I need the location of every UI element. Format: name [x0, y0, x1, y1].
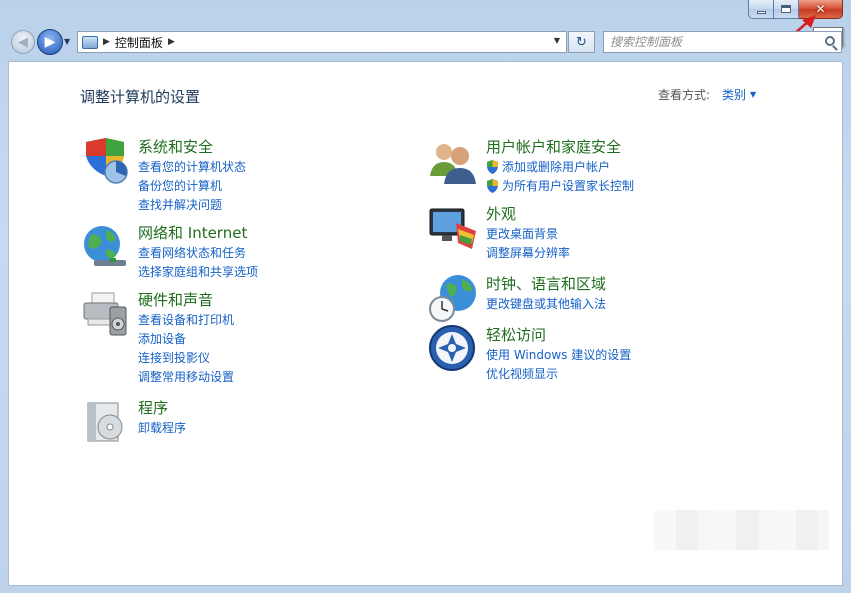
- system-security-icon: [86, 138, 128, 184]
- back-arrow-icon: ◀: [18, 34, 28, 50]
- hardware-sound-icon: [83, 292, 127, 336]
- address-bar[interactable]: ▶ 控制面板 ▶ ▼: [77, 31, 567, 53]
- uac-shield-icon: [487, 159, 498, 174]
- breadcrumb-separator-icon[interactable]: ▶: [168, 37, 175, 47]
- link-devices-printers[interactable]: 查看设备和打印机: [138, 310, 234, 329]
- breadcrumb-control-panel[interactable]: 控制面板: [115, 34, 163, 51]
- category-title-clock-language[interactable]: 时钟、语言和区域: [486, 273, 606, 294]
- chevron-down-icon: ▼: [64, 37, 71, 46]
- appearance-icon: [429, 208, 476, 249]
- category-title-appearance[interactable]: 外观: [486, 203, 516, 224]
- back-button[interactable]: ◀: [11, 30, 35, 54]
- link-add-device[interactable]: 添加设备: [138, 329, 234, 348]
- clock-language-icon: [429, 275, 476, 322]
- programs-icon: [87, 402, 123, 442]
- view-by-label: 查看方式:: [658, 88, 711, 102]
- link-uninstall-program[interactable]: 卸载程序: [138, 418, 186, 437]
- category-title-user-accounts[interactable]: 用户帐户和家庭安全: [486, 136, 621, 157]
- category-title-system-security[interactable]: 系统和安全: [138, 136, 213, 157]
- link-view-computer-status[interactable]: 查看您的计算机状态: [138, 157, 246, 176]
- link-desktop-background[interactable]: 更改桌面背景: [486, 224, 570, 243]
- link-parental-controls[interactable]: 为所有用户设置家长控制: [486, 176, 634, 195]
- category-title-ease-of-access[interactable]: 轻松访问: [486, 324, 546, 345]
- category-title-hardware-sound[interactable]: 硬件和声音: [138, 289, 213, 310]
- user-accounts-icon: [430, 144, 476, 184]
- forward-button[interactable]: ▶: [37, 29, 63, 55]
- control-panel-window: ✕ 关闭 ◀ ▶ ▼ ▶ 控制面板 ▶ ▼ ↻ 调整计算机的设置 查看方式: 类…: [0, 0, 851, 593]
- view-by-dropdown[interactable]: 类别 ▼: [722, 86, 756, 103]
- category-title-network[interactable]: 网络和 Internet: [138, 222, 247, 243]
- link-homegroup-sharing[interactable]: 选择家庭组和共享选项: [138, 262, 258, 281]
- minimize-button[interactable]: [748, 0, 774, 19]
- forward-arrow-icon: ▶: [44, 34, 56, 50]
- refresh-button[interactable]: ↻: [568, 31, 595, 53]
- link-change-input-method[interactable]: 更改键盘或其他输入法: [486, 294, 606, 313]
- network-icon: [84, 226, 126, 266]
- link-network-status[interactable]: 查看网络状态和任务: [138, 243, 258, 262]
- search-box[interactable]: [603, 31, 842, 53]
- link-connect-projector[interactable]: 连接到投影仪: [138, 348, 234, 367]
- blurred-watermark: [654, 510, 829, 550]
- address-dropdown-icon[interactable]: ▼: [554, 36, 560, 45]
- link-screen-resolution[interactable]: 调整屏幕分辨率: [486, 243, 570, 262]
- search-icon[interactable]: [825, 36, 835, 46]
- link-backup-computer[interactable]: 备份您的计算机: [138, 176, 246, 195]
- minimize-icon: [756, 10, 766, 14]
- link-troubleshoot[interactable]: 查找并解决问题: [138, 195, 246, 214]
- search-input[interactable]: [610, 33, 825, 51]
- link-windows-recommended-settings[interactable]: 使用 Windows 建议的设置: [486, 345, 631, 364]
- control-panel-icon: [82, 35, 98, 49]
- category-title-programs[interactable]: 程序: [138, 397, 168, 418]
- content-pane: 调整计算机的设置 查看方式: 类别 ▼ 系统和安全 查看您的计算机状态 备份您的计…: [8, 61, 843, 586]
- link-optimize-display[interactable]: 优化视频显示: [486, 364, 631, 383]
- link-add-remove-accounts[interactable]: 添加或删除用户帐户: [486, 157, 634, 176]
- breadcrumb-separator-icon[interactable]: ▶: [103, 37, 110, 47]
- view-by-value: 类别: [722, 88, 747, 102]
- link-text: 添加或删除用户帐户: [502, 160, 611, 174]
- page-title: 调整计算机的设置: [80, 88, 201, 106]
- link-text: 为所有用户设置家长控制: [502, 179, 635, 193]
- chevron-down-icon: ▼: [750, 90, 757, 99]
- refresh-icon: ↻: [576, 34, 587, 50]
- ease-of-access-icon: [429, 325, 475, 371]
- uac-shield-icon: [487, 178, 498, 193]
- recent-pages-dropdown[interactable]: ▼: [64, 37, 70, 46]
- link-mobility-settings[interactable]: 调整常用移动设置: [138, 367, 234, 386]
